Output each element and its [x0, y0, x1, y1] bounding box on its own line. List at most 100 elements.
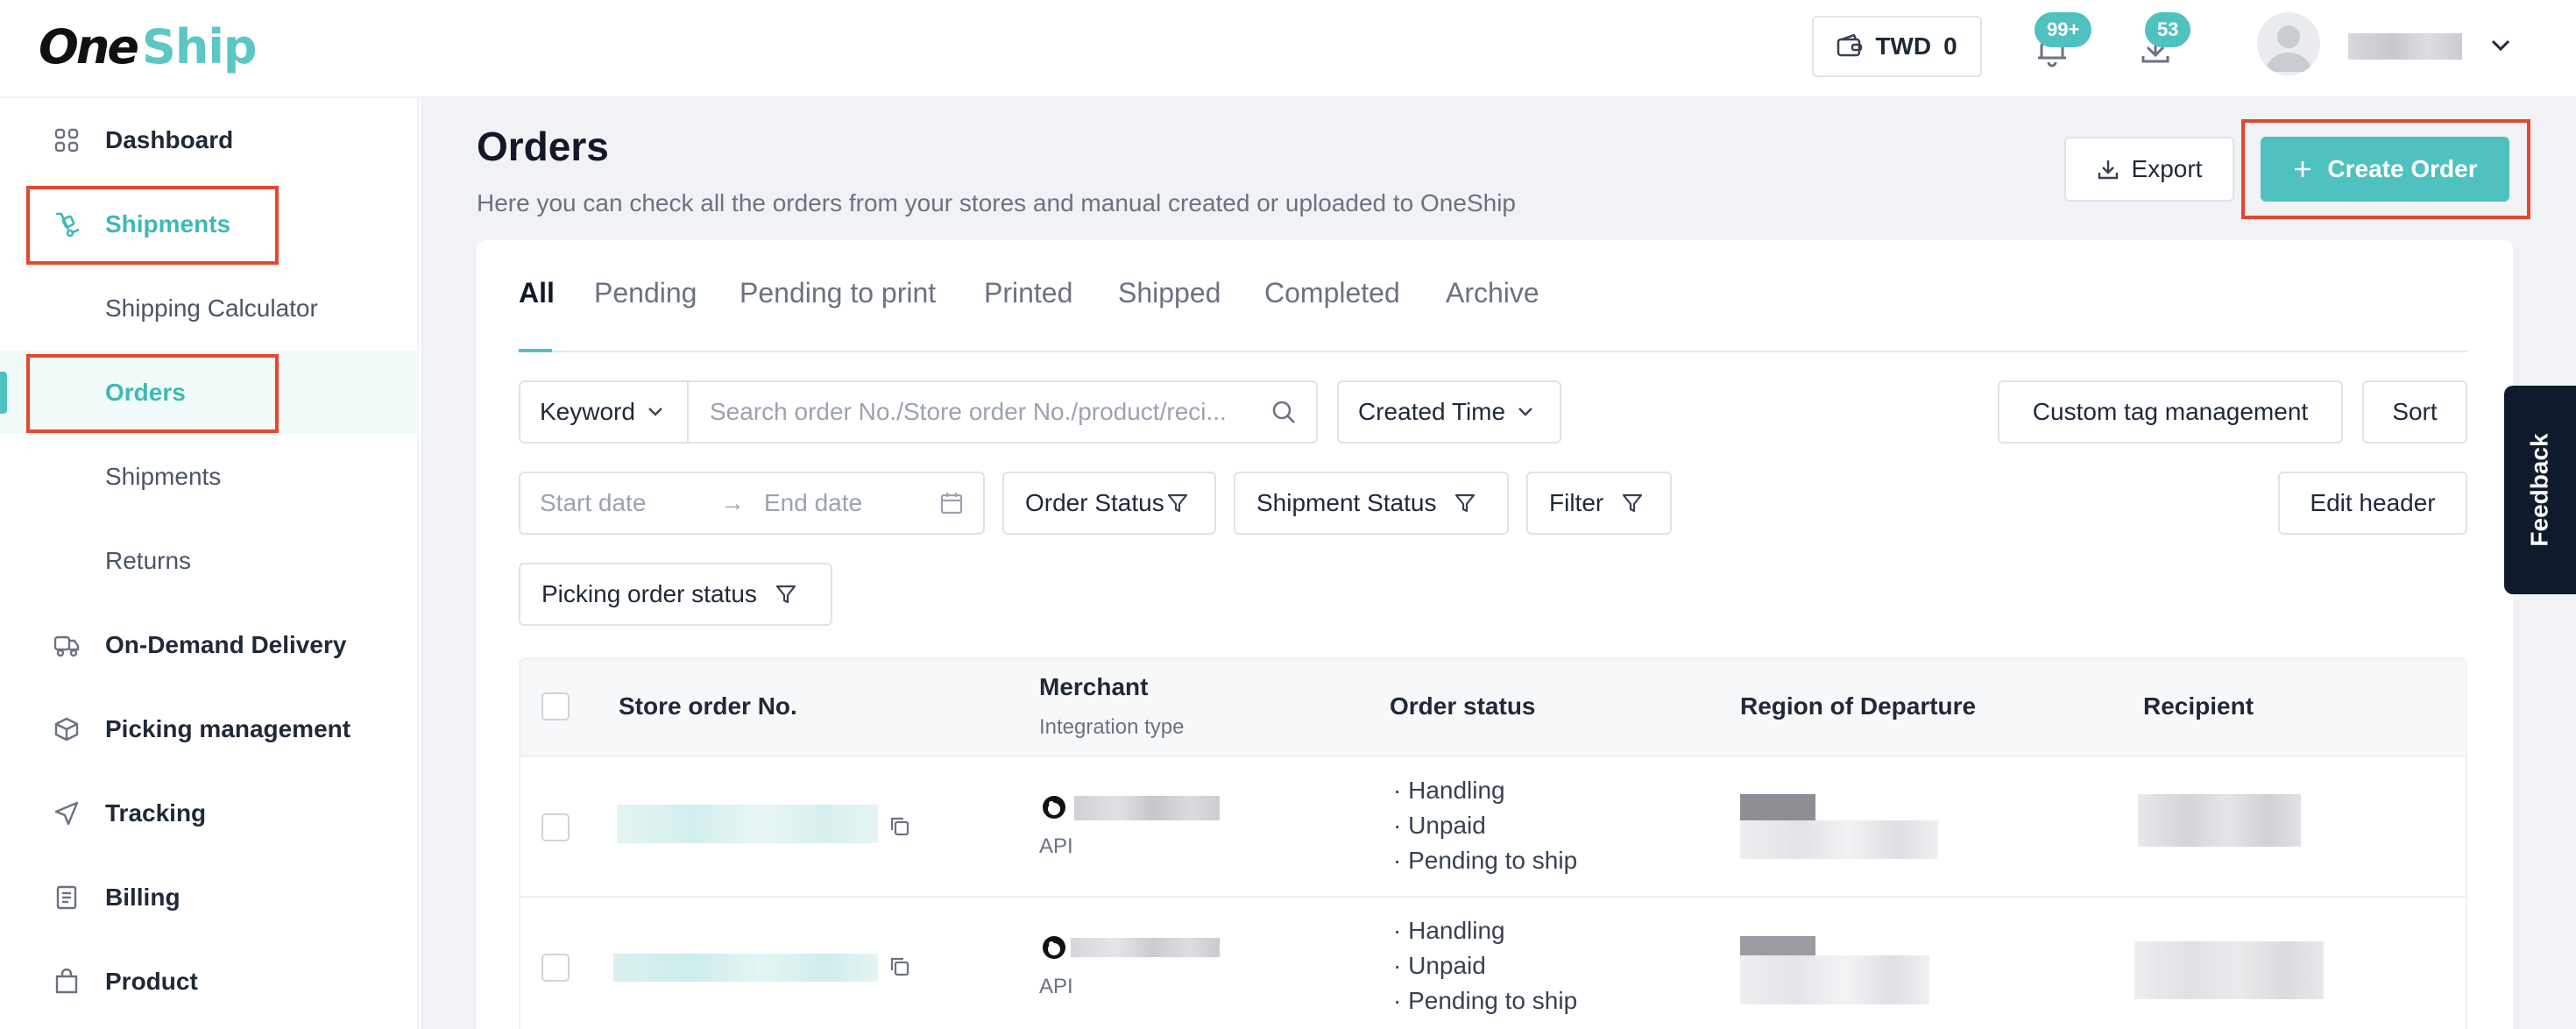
created-time-select[interactable]: Created Time — [1337, 380, 1561, 444]
logo-ship-text: Ship — [141, 18, 257, 75]
row-checkbox[interactable] — [541, 954, 570, 982]
tab-pending[interactable]: Pending — [594, 277, 697, 309]
tab-shipped[interactable]: Shipped — [1118, 277, 1221, 309]
tab-printed[interactable]: Printed — [984, 277, 1072, 309]
feedback-label: Feedback — [2526, 433, 2554, 547]
sidebar-item-label: Tracking — [105, 799, 207, 827]
column-store-order-no: Store order No. — [619, 692, 797, 720]
sidebar-item-billing[interactable]: Billing — [0, 855, 419, 940]
created-time-label: Created Time — [1358, 398, 1506, 425]
column-merchant: Merchant — [1039, 673, 1149, 700]
more-filter-button[interactable]: Filter — [1526, 472, 1672, 535]
calendar-icon — [940, 493, 963, 514]
edit-header-button[interactable]: Edit header — [2278, 472, 2467, 535]
delivery-icon — [51, 629, 82, 661]
custom-tag-management-button[interactable]: Custom tag management — [1998, 380, 2343, 444]
region-detail-redacted — [1740, 820, 1938, 859]
sidebar-item-label: Shipments — [105, 463, 222, 490]
picking-status-label: Picking order status — [541, 580, 757, 607]
dashboard-icon — [51, 124, 82, 156]
copy-icon[interactable] — [888, 815, 911, 838]
wallet-icon — [1837, 34, 1863, 57]
sidebar-item-tracking[interactable]: Tracking — [0, 771, 419, 855]
sidebar-item-on-demand-delivery[interactable]: On-Demand Delivery — [0, 603, 419, 687]
order-search-input[interactable]: Search order No./Store order No./product… — [687, 380, 1318, 444]
sort-button[interactable]: Sort — [2362, 380, 2467, 444]
store-order-number-redacted[interactable] — [613, 954, 878, 982]
merchant-store-icon — [1043, 936, 1065, 959]
sidebar-item-returns[interactable]: Returns — [0, 519, 419, 603]
active-tab-indicator — [519, 349, 552, 352]
search-placeholder: Search order No./Store order No./product… — [710, 398, 1227, 425]
shipment-status-filter[interactable]: Shipment Status — [1234, 472, 1509, 535]
logo-one-text: One — [39, 18, 139, 75]
start-date-placeholder: Start date — [540, 489, 647, 516]
copy-icon[interactable] — [888, 955, 911, 978]
recipient-redacted — [2134, 941, 2324, 999]
sort-label: Sort — [2392, 398, 2438, 425]
tab-completed[interactable]: Completed — [1264, 277, 1400, 309]
oneship-logo[interactable]: One Ship — [39, 18, 257, 75]
shopping-bag-icon — [51, 966, 82, 997]
highlight-box-shipments — [26, 186, 279, 265]
export-icon — [2098, 160, 2118, 180]
recipient-redacted — [2138, 794, 2301, 847]
keyword-select-label: Keyword — [540, 398, 635, 425]
filter-funnel-icon — [1455, 493, 1476, 513]
tab-all[interactable]: All — [519, 277, 555, 309]
billing-icon — [51, 882, 82, 913]
region-detail-redacted — [1740, 955, 1929, 1004]
sidebar-item-label: On-Demand Delivery — [105, 631, 347, 658]
navigation-arrow-icon — [51, 798, 82, 829]
box-icon — [51, 713, 82, 745]
page-title: Orders — [477, 124, 609, 169]
order-status-unpaid: · Unpaid — [1393, 812, 1486, 839]
sidebar-item-picking-management[interactable]: Picking management — [0, 687, 419, 771]
sidebar-item-label: Returns — [105, 547, 192, 574]
integration-type-value: API — [1039, 834, 1073, 858]
order-status-handling: · Handling — [1393, 777, 1505, 804]
tab-archive[interactable]: Archive — [1446, 277, 1539, 309]
order-status-filter[interactable]: Order Status — [1002, 472, 1216, 535]
store-order-number-redacted[interactable] — [617, 805, 878, 843]
sidebar-item-label: Billing — [105, 884, 180, 911]
sidebar-item-label: Shipping Calculator — [105, 295, 318, 322]
search-icon[interactable] — [1270, 399, 1297, 425]
tab-pending-to-print[interactable]: Pending to print — [740, 277, 936, 309]
export-button[interactable]: Export — [2064, 137, 2234, 202]
select-all-checkbox[interactable] — [541, 692, 570, 720]
shipment-status-filter-label: Shipment Status — [1256, 489, 1437, 516]
row-checkbox[interactable] — [541, 813, 570, 841]
user-avatar-icon — [2266, 25, 2311, 72]
page-subtitle: Here you can check all the orders from y… — [477, 189, 1516, 216]
edit-header-label: Edit header — [2310, 489, 2436, 516]
integration-type-value: API — [1039, 975, 1073, 998]
column-integration-type: Integration type — [1039, 715, 1185, 739]
wallet-currency: TWD — [1875, 32, 1932, 60]
avatar[interactable] — [2257, 12, 2320, 75]
tabs-divider — [519, 351, 2467, 352]
order-status-unpaid: · Unpaid — [1393, 952, 1486, 979]
sidebar-item-product[interactable]: Product — [0, 940, 419, 1024]
sidebar-item-shipping-calculator[interactable]: Shipping Calculator — [0, 266, 419, 351]
end-date-placeholder: End date — [764, 489, 863, 516]
highlight-box-create-order — [2241, 119, 2530, 219]
date-range-picker[interactable]: Start date → End date — [519, 472, 985, 535]
downloads-badge: 53 — [2145, 12, 2191, 47]
sidebar-item-shipments[interactable]: Shipments — [0, 435, 419, 519]
keyword-select[interactable]: Keyword — [519, 380, 689, 444]
username-redacted — [2348, 33, 2462, 60]
date-range-arrow-icon: → — [720, 489, 745, 516]
order-status-pending-to-ship: · Pending to ship — [1393, 987, 1578, 1014]
notifications-badge: 99+ — [2035, 12, 2092, 47]
picking-order-status-filter[interactable]: Picking order status — [519, 563, 832, 626]
filter-funnel-icon — [1623, 493, 1643, 513]
user-menu-chevron-icon[interactable] — [2488, 33, 2513, 58]
wallet-balance-button[interactable]: TWD 0 — [1812, 16, 1982, 77]
sidebar-item-dashboard[interactable]: Dashboard — [0, 98, 419, 182]
column-region-of-departure: Region of Departure — [1740, 692, 1977, 720]
merchant-name-redacted — [1074, 796, 1220, 820]
feedback-tab[interactable]: Feedback — [2504, 386, 2576, 594]
filter-funnel-icon — [775, 585, 796, 604]
export-button-label: Export — [2131, 155, 2203, 182]
